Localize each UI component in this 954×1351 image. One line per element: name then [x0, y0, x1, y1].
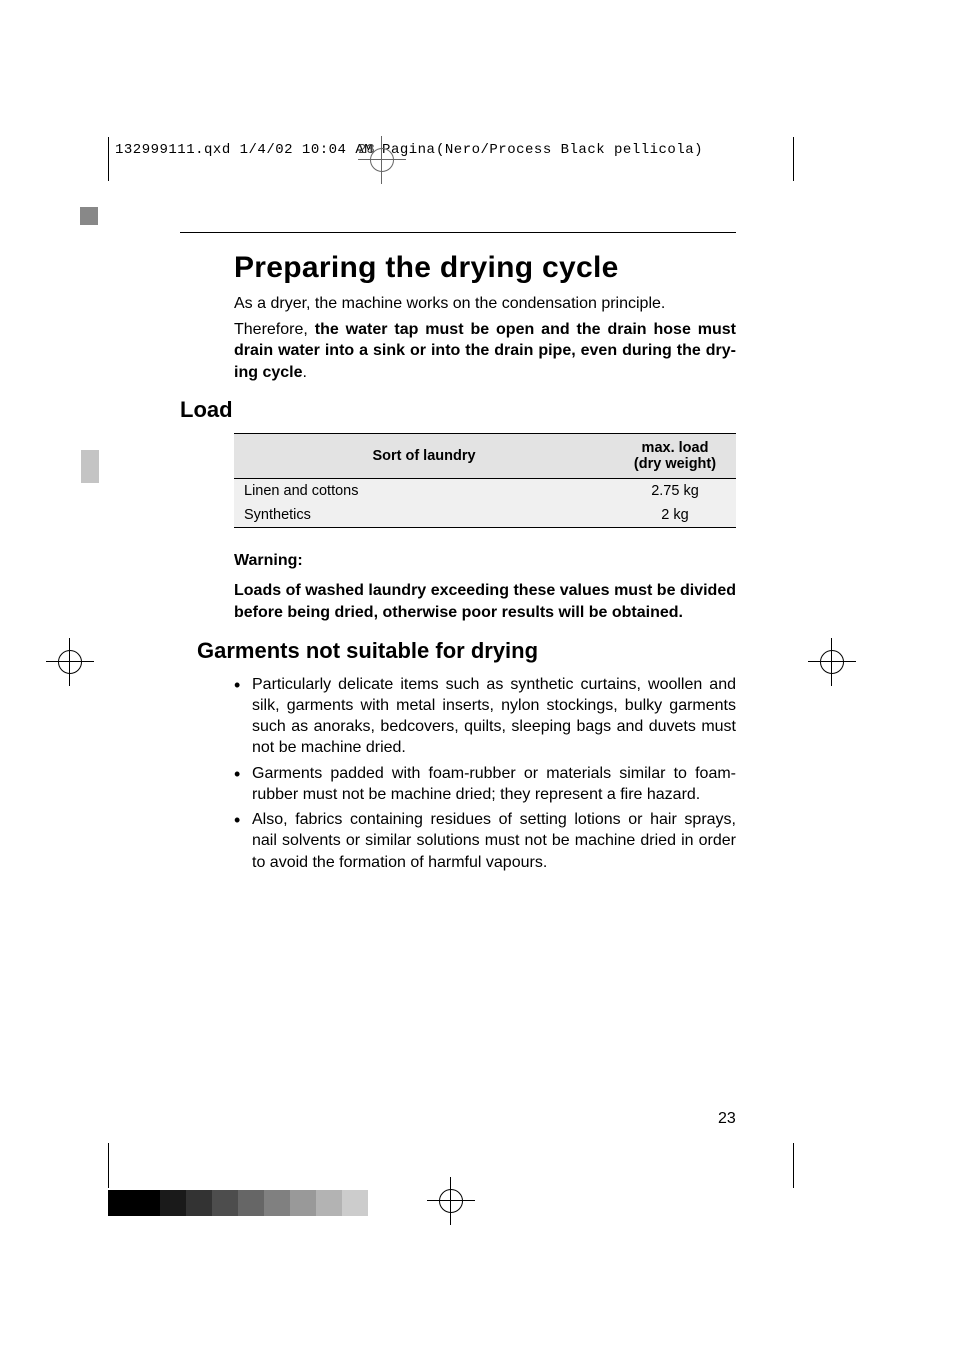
- grey-swatch: [134, 1190, 160, 1216]
- list-item: Also, fabrics containing residues of set…: [234, 809, 736, 873]
- table-header-sort: Sort of laundry: [234, 434, 614, 479]
- registration-mark-icon: [427, 1177, 475, 1225]
- table-header-max-b: (dry weight): [634, 456, 716, 472]
- grey-swatch: [186, 1190, 212, 1216]
- list-item: Garments padded with foam-rubber or mate…: [234, 763, 736, 806]
- thumb-index-marker: [81, 450, 99, 483]
- section-garments-heading: Garments not suitable for drying: [197, 638, 736, 664]
- page-number: 23: [718, 1110, 736, 1128]
- greyscale-bar: [108, 1190, 368, 1216]
- thumb-index-marker: [80, 207, 98, 225]
- table-cell-value: 2.75 kg: [614, 479, 736, 504]
- table-header-max-a: max. load: [642, 440, 709, 456]
- crop-mark: [793, 137, 794, 181]
- intro-line-2: Therefore, the water tap must be open an…: [234, 319, 736, 384]
- page-title: Preparing the drying cycle: [234, 251, 736, 285]
- registration-mark-icon: [358, 136, 406, 184]
- grey-swatch: [108, 1190, 134, 1216]
- page-content: Preparing the drying cycle As a dryer, t…: [180, 232, 736, 877]
- crop-mark: [108, 137, 109, 181]
- table-cell-label: Synthetics: [234, 503, 614, 528]
- registration-mark-icon: [808, 638, 856, 686]
- intro2-post: .: [302, 364, 306, 381]
- table-row: Linen and cottons 2.75 kg: [234, 479, 736, 504]
- grey-swatch: [342, 1190, 368, 1216]
- crop-mark: [793, 1143, 794, 1188]
- warning-heading: Warning:: [234, 552, 736, 570]
- intro2-pre: Therefore,: [234, 321, 315, 338]
- grey-swatch: [238, 1190, 264, 1216]
- garments-list: Particularly delicate items such as synt…: [234, 674, 736, 873]
- slug-line-right: (Nero/Process Black pellicola): [436, 142, 703, 158]
- grey-swatch: [264, 1190, 290, 1216]
- load-table: Sort of laundry max. load (dry weight) L…: [234, 433, 736, 528]
- registration-mark-icon: [46, 638, 94, 686]
- warning-body: Loads of washed laundry exceeding these …: [234, 580, 736, 623]
- intro-line-1: As a dryer, the machine works on the con…: [234, 293, 736, 315]
- grey-swatch: [290, 1190, 316, 1216]
- table-header-max: max. load (dry weight): [614, 434, 736, 479]
- section-load-heading: Load: [180, 397, 736, 423]
- grey-swatch: [316, 1190, 342, 1216]
- table-cell-label: Linen and cottons: [234, 479, 614, 504]
- table-row: Synthetics 2 kg: [234, 503, 736, 528]
- table-cell-value: 2 kg: [614, 503, 736, 528]
- grey-swatch: [212, 1190, 238, 1216]
- grey-swatch: [160, 1190, 186, 1216]
- crop-mark: [108, 1143, 109, 1188]
- list-item: Particularly delicate items such as synt…: [234, 674, 736, 759]
